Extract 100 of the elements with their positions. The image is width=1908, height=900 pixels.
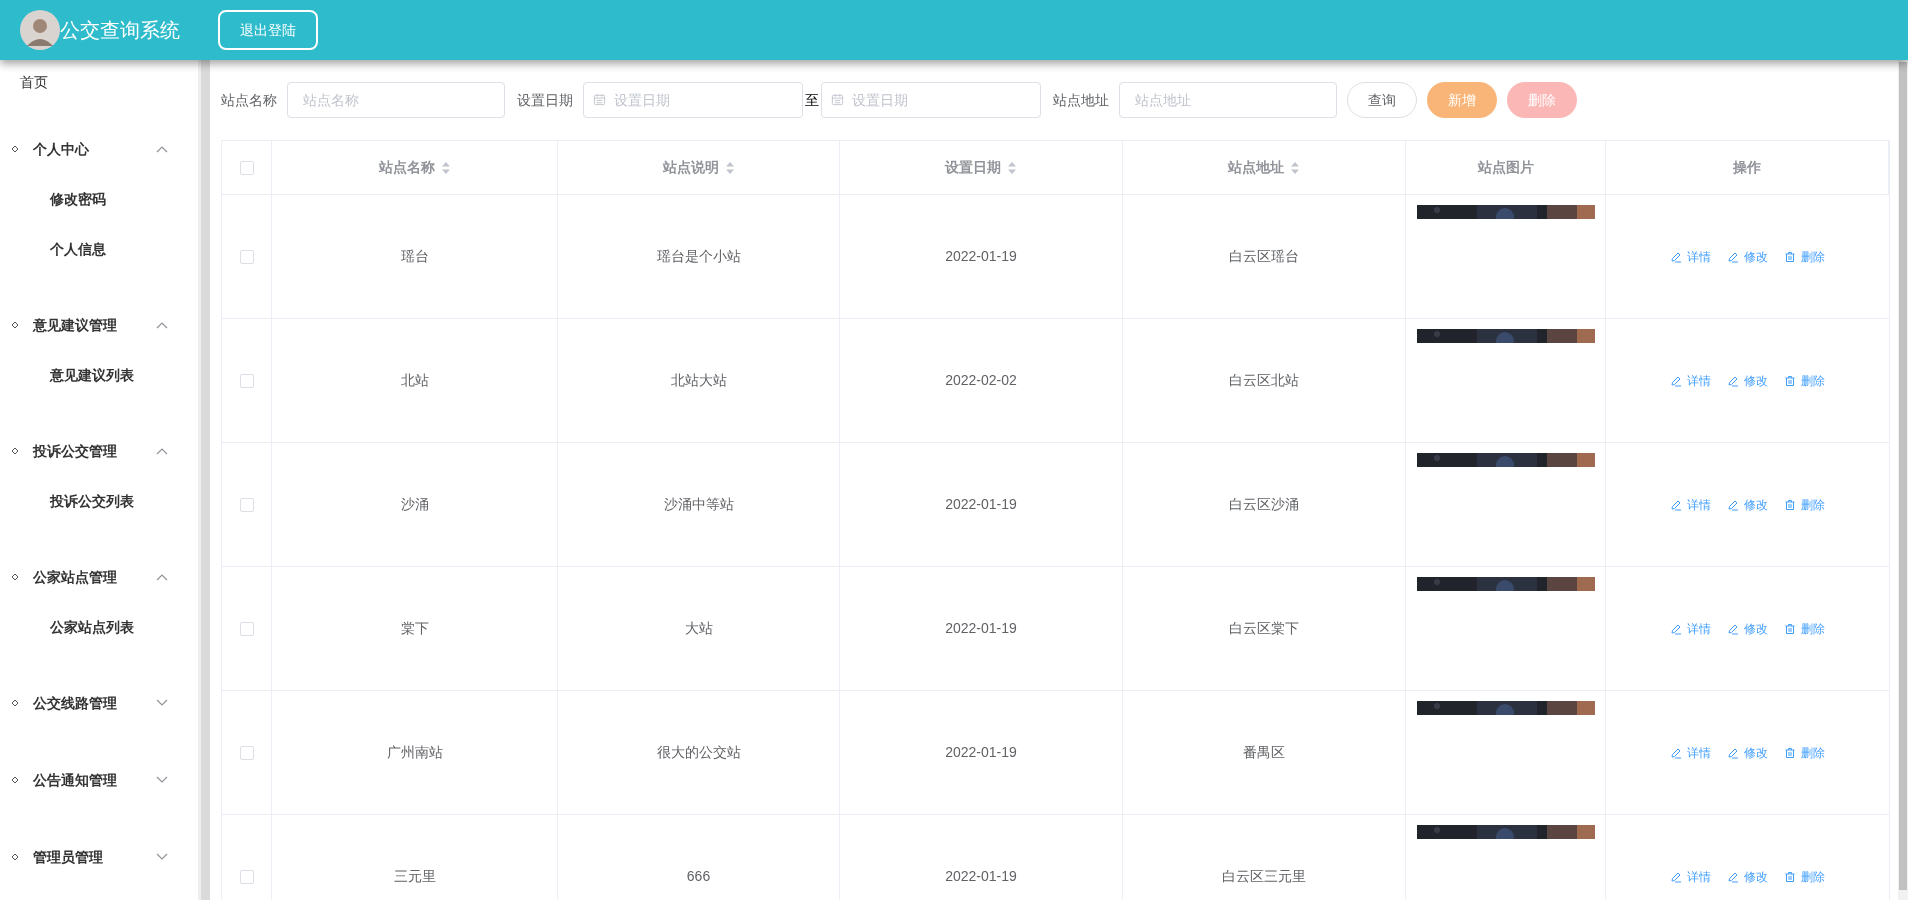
date-field[interactable]: 设置日期 [583,82,803,118]
avatar-icon [20,10,60,50]
table-cell-text: 2022-01-19 [945,743,1017,762]
edit-link[interactable]: 详情 [1670,371,1711,390]
trash-icon [1784,498,1796,511]
add-button[interactable]: 新增 [1427,82,1497,118]
filter-label: 站点地址 [1053,90,1109,110]
sort-icon[interactable] [1290,160,1300,175]
trash-icon [1784,746,1796,759]
table-cell-text: 白云区棠下 [1229,619,1299,638]
table-cell-text: 番禺区 [1243,743,1285,762]
row-checkbox[interactable] [239,745,254,760]
row-checkbox[interactable] [239,373,254,388]
table-cell-text: 北站大站 [670,371,727,390]
date-field[interactable]: 设置日期 [821,82,1041,118]
sidebar-group-label: 公交线路管理 [33,693,118,713]
edit-link[interactable]: 详情 [1670,867,1711,886]
column-header: 操作 [1733,158,1761,177]
table-cell-text: 沙涌 [400,495,429,514]
pencil-icon [1727,870,1739,883]
sidebar-group[interactable]: 公家站点管理 [0,552,198,602]
diamond-icon [11,573,19,581]
pencil-icon [1670,622,1682,635]
sidebar-group-label: 投诉公交管理 [33,441,118,461]
sidebar-item[interactable]: 公家站点列表 [0,602,198,652]
pencil-icon [1727,374,1739,387]
column-header: 站点图片 [1477,158,1534,177]
trash-icon [1784,870,1796,883]
query-button[interactable]: 查询 [1347,82,1417,118]
delete-link[interactable]: 删除 [1784,619,1825,638]
pencil-icon [1727,746,1739,759]
app-title: 公交查询系统 [60,18,180,43]
sidebar-item[interactable]: 修改密码 [0,174,198,224]
edit-link[interactable]: 修改 [1727,867,1768,886]
delete-button[interactable]: 删除 [1507,82,1577,118]
sort-icon[interactable] [440,160,451,175]
sidebar-group[interactable]: 公告通知管理 [0,755,198,805]
delete-link[interactable]: 删除 [1784,867,1825,886]
table-cell-text: 瑶台 [400,247,429,266]
search-field[interactable]: 站点地址 [1119,82,1337,118]
pencil-icon [1670,746,1682,759]
sidebar-item[interactable]: 首页 [0,72,198,93]
edit-link[interactable]: 详情 [1670,495,1711,514]
delete-link[interactable]: 删除 [1784,247,1825,266]
row-checkbox[interactable] [239,497,254,512]
pencil-icon [1670,250,1682,263]
row-checkbox[interactable] [239,249,254,264]
table-cell-text: 很大的公交站 [656,743,741,762]
delete-link[interactable]: 删除 [1784,495,1825,514]
date-separator: 至 [805,90,819,110]
sort-icon[interactable] [1007,160,1017,175]
sidebar-group-label: 公家站点管理 [33,567,118,587]
chevron-down-icon [156,776,168,784]
delete-link[interactable]: 删除 [1784,743,1825,762]
chevron-up-icon [156,447,168,455]
diamond-icon [11,447,19,455]
calendar-icon [831,93,844,106]
sidebar-group-label: 管理员管理 [33,847,104,867]
table-cell-text: 2022-01-19 [945,495,1017,514]
edit-link[interactable]: 详情 [1670,247,1711,266]
logout-button[interactable]: 退出登陆 [218,10,318,50]
pencil-icon [1670,374,1682,387]
sidebar-item[interactable]: 意见建议列表 [0,350,198,400]
table-cell-text: 白云区瑶台 [1229,247,1299,266]
edit-link[interactable]: 修改 [1727,371,1768,390]
edit-link[interactable]: 详情 [1670,619,1711,638]
sidebar-item[interactable]: 投诉公交列表 [0,476,198,526]
calendar-icon [593,93,606,106]
row-checkbox[interactable] [239,869,254,884]
trash-icon [1784,622,1796,635]
pencil-icon [1670,498,1682,511]
sidebar-group[interactable]: 管理员管理 [0,832,198,882]
table-cell-text: 白云区三元里 [1222,867,1306,886]
sidebar-group[interactable]: 个人中心 [0,124,198,174]
select-all-checkbox[interactable] [239,160,254,175]
chevron-down-icon [156,699,168,707]
edit-link[interactable]: 详情 [1670,743,1711,762]
table-cell-text: 2022-01-19 [945,619,1017,638]
delete-link[interactable]: 删除 [1784,371,1825,390]
edit-link[interactable]: 修改 [1727,495,1768,514]
sidebar-group[interactable]: 投诉公交管理 [0,426,198,476]
diamond-icon [11,776,19,784]
chevron-up-icon [156,321,168,329]
edit-link[interactable]: 修改 [1727,619,1768,638]
pencil-icon [1727,498,1739,511]
table-cell-text: 大站 [684,619,713,638]
edit-link[interactable]: 修改 [1727,247,1768,266]
sidebar-item[interactable]: 个人信息 [0,224,198,274]
sidebar-group[interactable]: 意见建议管理 [0,300,198,350]
sort-icon[interactable] [724,160,735,175]
row-checkbox[interactable] [239,621,254,636]
search-field[interactable]: 站点名称 [287,82,505,118]
column-header: 站点名称 [378,158,435,177]
chevron-up-icon [156,145,168,153]
table-cell-text: 2022-01-19 [945,247,1017,266]
filter-label: 站点名称 [221,90,277,110]
edit-link[interactable]: 修改 [1727,743,1768,762]
sidebar-group[interactable]: 公交线路管理 [0,678,198,728]
table-cell-text: 瑶台是个小站 [656,247,741,266]
column-header: 站点说明 [662,158,719,177]
